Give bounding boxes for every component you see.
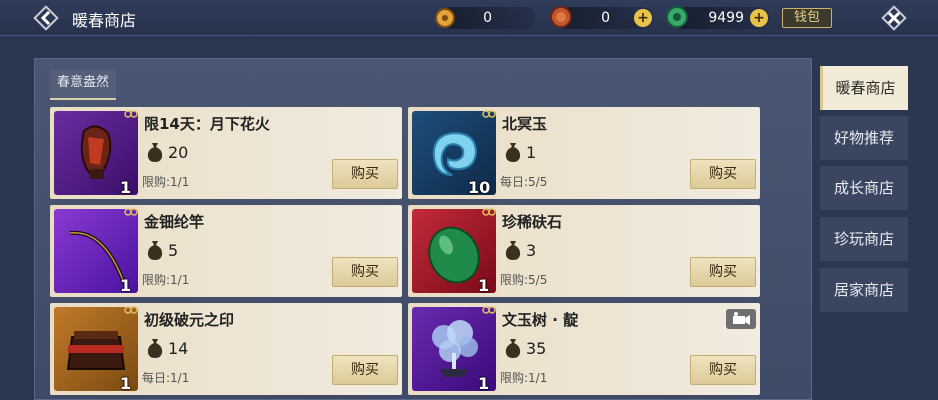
shop-item-card: 1 金钿纶竿 5 限购:1/1 购买 bbox=[50, 205, 402, 297]
currency-gold: 0 bbox=[435, 7, 536, 29]
sidebar-item-spring-shop[interactable]: 暖春商店 bbox=[820, 66, 908, 110]
buy-button[interactable]: 购买 bbox=[332, 257, 398, 287]
item-limit: 每日:1/1 bbox=[142, 371, 190, 385]
item-count: 1 bbox=[120, 178, 132, 197]
wallet-button[interactable]: 钱包 bbox=[782, 8, 832, 28]
currency-medal: 0 + bbox=[550, 6, 654, 29]
item-count: 1 bbox=[478, 276, 490, 295]
sidebar-item-recommend[interactable]: 好物推荐 bbox=[820, 116, 908, 160]
item-count: 1 bbox=[478, 374, 490, 393]
buy-button[interactable]: 购买 bbox=[690, 159, 756, 189]
jade-coin-icon bbox=[666, 6, 688, 28]
money-pouch-icon bbox=[147, 241, 163, 260]
buy-button[interactable]: 购买 bbox=[690, 257, 756, 287]
shop-item-card: 1 文玉树 · 靛 35 限购:1/1 购买 bbox=[408, 303, 760, 395]
item-price: 14 bbox=[168, 339, 189, 358]
item-name: 金钿纶竿 bbox=[144, 213, 205, 231]
buy-button[interactable]: 购买 bbox=[332, 159, 398, 189]
back-arrow-icon[interactable] bbox=[30, 2, 62, 34]
link-icon bbox=[482, 208, 496, 216]
money-pouch-icon bbox=[505, 339, 521, 358]
sidebar-item-growth[interactable]: 成长商店 bbox=[820, 166, 908, 210]
item-name: 珍稀砆石 bbox=[502, 213, 563, 231]
item-count: 1 bbox=[120, 276, 132, 295]
close-icon[interactable] bbox=[878, 2, 910, 34]
shop-item-card: 1 珍稀砆石 3 限购:5/5 购买 bbox=[408, 205, 760, 297]
money-pouch-icon bbox=[147, 339, 163, 358]
buy-button[interactable]: 购买 bbox=[690, 355, 756, 385]
item-price: 5 bbox=[168, 241, 179, 260]
link-icon bbox=[124, 208, 138, 216]
currency-jade: 9499 + bbox=[666, 6, 770, 29]
money-pouch-icon bbox=[505, 143, 521, 162]
red-medal-icon bbox=[550, 6, 572, 28]
page-title: 暖春商店 bbox=[72, 11, 137, 30]
item-name: 北冥玉 bbox=[502, 115, 548, 133]
item-limit: 限购:1/1 bbox=[142, 175, 190, 189]
money-pouch-icon bbox=[147, 143, 163, 162]
item-name: 初级破元之印 bbox=[144, 311, 235, 329]
item-limit: 限购:5/5 bbox=[500, 273, 548, 287]
item-name: 文玉树 · 靛 bbox=[502, 311, 579, 329]
buy-button[interactable]: 购买 bbox=[332, 355, 398, 385]
shop-item-card: 1 限14天：月下花火 20 限购:1/1 购买 bbox=[50, 107, 402, 199]
item-price: 1 bbox=[526, 143, 537, 162]
gold-coin-icon bbox=[435, 8, 455, 28]
currency-jade-value: 9499 bbox=[708, 10, 744, 26]
currency-gold-value: 0 bbox=[483, 10, 492, 26]
item-count: 1 bbox=[120, 374, 132, 393]
add-medal-button[interactable]: + bbox=[634, 9, 652, 27]
link-icon bbox=[124, 110, 138, 118]
tab-spring[interactable]: 春意盎然 bbox=[50, 70, 116, 100]
item-count: 10 bbox=[468, 178, 491, 197]
shop-item-card: 10 北冥玉 1 每日:5/5 购买 bbox=[408, 107, 760, 199]
money-pouch-icon bbox=[505, 241, 521, 260]
item-limit: 限购:1/1 bbox=[142, 273, 190, 287]
add-jade-button[interactable]: + bbox=[750, 9, 768, 27]
currency-medal-value: 0 bbox=[601, 10, 610, 26]
link-icon bbox=[124, 306, 138, 314]
sidebar-item-home[interactable]: 居家商店 bbox=[820, 268, 908, 312]
item-price: 3 bbox=[526, 241, 537, 260]
sidebar-item-collectibles[interactable]: 珍玩商店 bbox=[820, 217, 908, 261]
shop-item-card: 1 初级破元之印 14 每日:1/1 购买 bbox=[50, 303, 402, 395]
link-icon bbox=[482, 306, 496, 314]
item-limit: 每日:5/5 bbox=[500, 175, 548, 189]
item-price: 35 bbox=[526, 339, 547, 358]
top-bar: 暖春商店 0 0 + 9499 + 钱包 bbox=[0, 0, 938, 36]
camera-icon[interactable] bbox=[726, 309, 756, 329]
link-icon bbox=[482, 110, 496, 118]
item-price: 20 bbox=[168, 143, 189, 162]
item-name: 限14天：月下花火 bbox=[144, 115, 270, 133]
item-limit: 限购:1/1 bbox=[500, 371, 548, 385]
